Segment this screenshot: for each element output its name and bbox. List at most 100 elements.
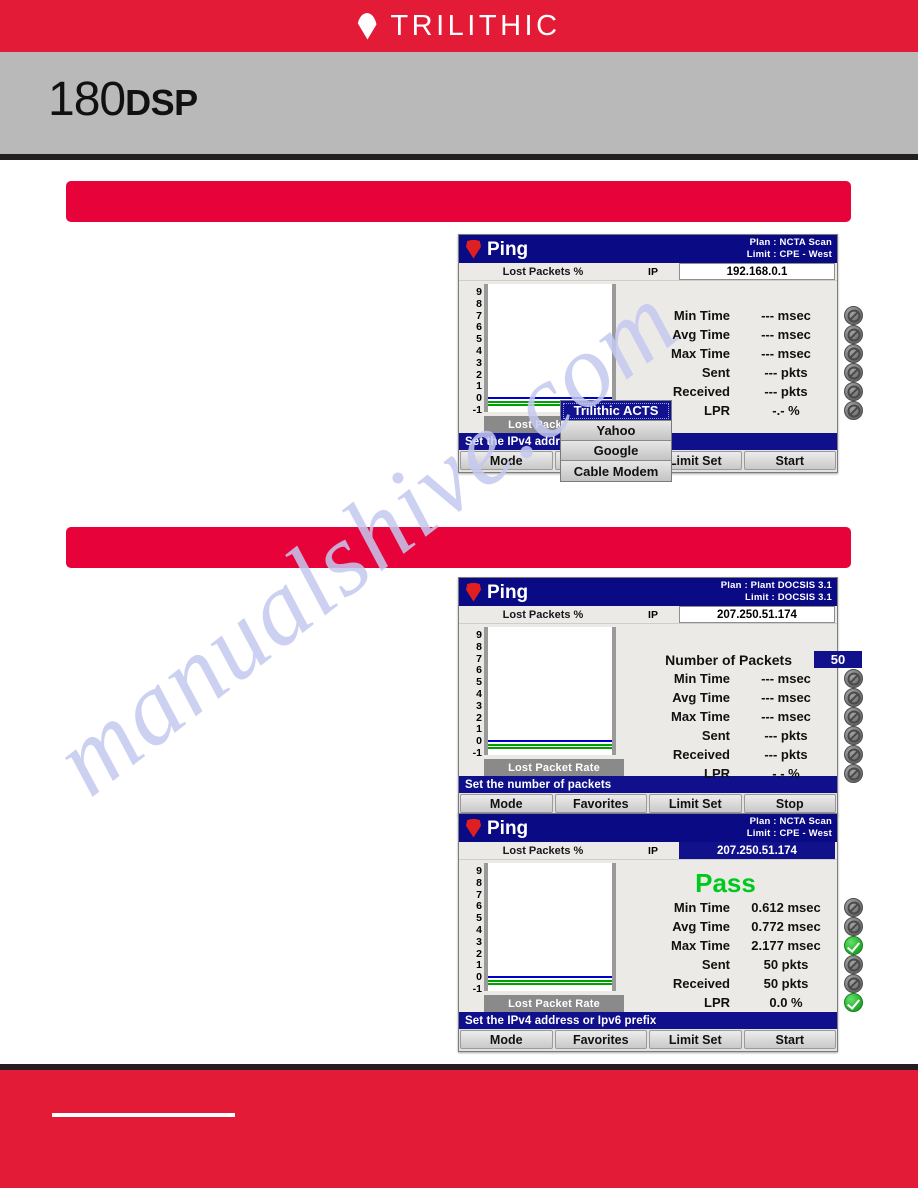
- ip-address-field[interactable]: 192.168.0.1: [679, 263, 835, 280]
- not-applicable-icon: [844, 344, 863, 363]
- favorites-menu-item[interactable]: Yahoo: [561, 421, 671, 441]
- chart-y-tick: 1: [476, 959, 482, 972]
- chart-y-tick: 2: [476, 368, 482, 381]
- device-titlebar: Ping Plan : NCTA Scan Limit : CPE - West: [459, 814, 837, 842]
- softkey-favorites[interactable]: Favorites: [554, 794, 647, 813]
- chart-y-tick: 5: [476, 676, 482, 689]
- readout-label: LPR: [704, 995, 730, 1010]
- softkey-mode[interactable]: Mode: [460, 1030, 553, 1049]
- section-banner-1: [66, 181, 851, 222]
- chart-y-tick: -1: [472, 983, 482, 995]
- plan-limit-info: Plan : NCTA Scan Limit : CPE - West: [747, 816, 832, 840]
- model-logo: 180 DSP: [48, 72, 198, 127]
- chart-y-tick: 6: [476, 900, 482, 913]
- readout-row: Max Time --- msec: [616, 707, 863, 726]
- limit-text: Limit : CPE - West: [746, 249, 832, 260]
- softkey-bar: ModeFavoritesLimit SetStart: [459, 1029, 837, 1051]
- chart-legend: Lost Packet Rate: [484, 995, 624, 1012]
- not-applicable-icon: [844, 688, 863, 707]
- chart-title: Lost Packets %: [502, 265, 584, 278]
- device-body: 9 8 7 6 5 4 3 2 1 0 -1 Lost Packet Rate Min Time -…: [459, 281, 863, 482]
- readout-row: Received --- pkts: [616, 382, 863, 401]
- softkey-stop[interactable]: Stop: [743, 794, 836, 813]
- chart-y-tick: 8: [476, 640, 482, 653]
- chart-y-tick: 5: [476, 333, 482, 346]
- not-applicable-icon: [844, 726, 863, 745]
- readout-row: Avg Time 0.772 msec: [616, 917, 863, 936]
- softkey-mode[interactable]: Mode: [460, 451, 553, 470]
- chart-y-tick: 7: [476, 309, 482, 322]
- chart-y-tick: 0: [476, 971, 482, 984]
- readout-value: 2.177 msec: [751, 938, 821, 953]
- not-applicable-icon: [844, 974, 863, 993]
- chart-series-lower-limit: [488, 747, 612, 750]
- model-suffix: DSP: [125, 82, 198, 123]
- chart-y-tick: 0: [476, 392, 482, 405]
- readout-row: Avg Time --- msec: [616, 325, 863, 344]
- device-body: 9 8 7 6 5 4 3 2 1 0 -1 Lost Packet Rate Pass Min T…: [459, 860, 863, 1012]
- chart-legend: Lost Packet Rate: [484, 759, 624, 776]
- number-of-packets-value[interactable]: 50: [814, 651, 862, 668]
- plan-limit-info: Plan : NCTA Scan Limit : CPE - West: [747, 237, 832, 261]
- device-screenshot-ping-results-pass: Ping Plan : NCTA Scan Limit : CPE - West…: [458, 813, 863, 1052]
- lost-packets-chart: 9 8 7 6 5 4 3 2 1 0 -1 Lost Packet Rate: [459, 860, 624, 1012]
- verdict-text: Pass: [695, 868, 756, 898]
- not-applicable-icon: [844, 325, 863, 344]
- device-pick-icon: [466, 239, 481, 259]
- chart-y-tick: 1: [476, 723, 482, 736]
- readout-value: --- pkts: [764, 728, 808, 743]
- readout-row: Sent --- pkts: [616, 363, 863, 382]
- softkey-limit-set[interactable]: Limit Set: [649, 794, 742, 813]
- chart-y-tick: 9: [476, 286, 482, 298]
- favorites-dropdown-menu[interactable]: Trilithic ACTS Yahoo Google Cable Modem: [560, 400, 672, 482]
- chart-y-tick: 6: [476, 321, 482, 334]
- chart-y-tick: 9: [476, 629, 482, 641]
- device-pick-icon: [466, 582, 481, 602]
- softkey-start[interactable]: Start: [743, 1030, 836, 1049]
- ip-address-field[interactable]: 207.250.51.174: [679, 842, 835, 859]
- readout-label: Received: [672, 976, 730, 991]
- plan-text: Plan : NCTA Scan: [749, 237, 832, 248]
- readout-value: --- pkts: [764, 365, 808, 380]
- favorites-menu-item[interactable]: Trilithic ACTS: [561, 401, 671, 421]
- screen-title: Ping: [487, 817, 529, 839]
- chart-plot-area: [484, 863, 616, 991]
- readout-value: --- msec: [761, 327, 811, 342]
- favorites-menu-item[interactable]: Google: [561, 441, 671, 461]
- readout-row: LPR -.- %: [616, 764, 863, 783]
- readout-label: Min Time: [673, 900, 730, 915]
- ip-address-field[interactable]: 207.250.51.174: [679, 606, 835, 623]
- readout-value: 50 pkts: [763, 957, 809, 972]
- screen-title: Ping: [487, 581, 529, 603]
- softkey-limit-set[interactable]: Limit Set: [649, 1030, 742, 1049]
- softkey-favorites[interactable]: Favorites: [554, 1030, 647, 1049]
- pass-check-icon: [844, 936, 863, 955]
- chart-y-tick: 3: [476, 699, 482, 712]
- chart-series-lost-packet-rate: [488, 743, 612, 746]
- chart-y-tick: 7: [476, 652, 482, 665]
- chart-plot-area: [484, 627, 616, 755]
- readout-row: Avg Time --- msec: [616, 688, 863, 707]
- readout-value: --- msec: [761, 671, 811, 686]
- readout-value: --- msec: [761, 690, 811, 705]
- readout-row: Max Time 2.177 msec: [616, 936, 863, 955]
- readout-value: -.- %: [772, 766, 800, 781]
- chart-y-axis: 9 8 7 6 5 4 3 2 1 0 -1: [459, 284, 484, 416]
- brand-name: TRILITHIC: [390, 9, 561, 42]
- readout-label: Avg Time: [672, 690, 730, 705]
- plan-text: Plan : Plant DOCSIS 3.1: [720, 580, 832, 591]
- favorites-menu-item[interactable]: Cable Modem: [561, 461, 671, 481]
- device-screenshot-ping-number-of-packets: Ping Plan : Plant DOCSIS 3.1 Limit : DOC…: [458, 577, 863, 816]
- chart-series-lower-limit: [488, 983, 612, 986]
- number-of-packets-label: Number of Packets: [665, 651, 792, 668]
- ip-label: IP: [648, 608, 658, 621]
- readout-value: 50 pkts: [763, 976, 809, 991]
- chart-y-axis: 9 8 7 6 5 4 3 2 1 0 -1: [459, 627, 484, 759]
- softkey-mode[interactable]: Mode: [460, 794, 553, 813]
- not-applicable-icon: [844, 306, 863, 325]
- chart-y-tick: 4: [476, 924, 482, 936]
- number-of-packets-row[interactable]: Number of Packets 50: [616, 650, 863, 669]
- chart-y-axis: 9 8 7 6 5 4 3 2 1 0 -1: [459, 863, 484, 995]
- device-screenshot-ping-favorites-dropdown: Ping Plan : NCTA Scan Limit : CPE - West…: [458, 234, 863, 482]
- softkey-start[interactable]: Start: [743, 451, 836, 470]
